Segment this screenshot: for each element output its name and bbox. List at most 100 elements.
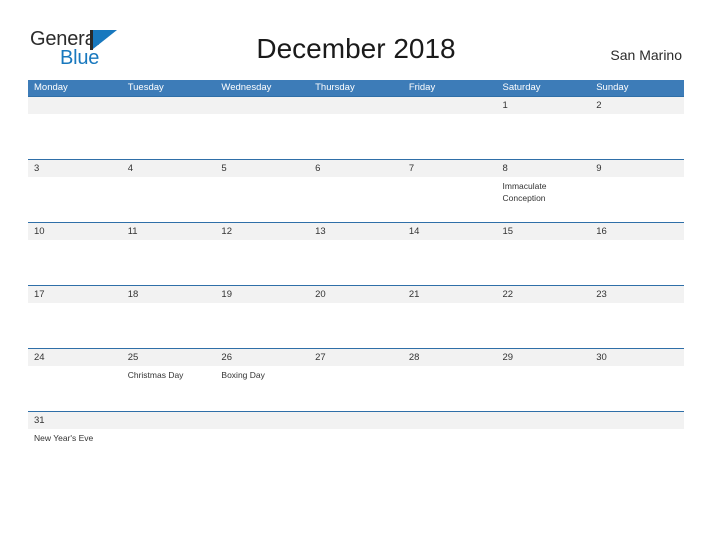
day-cell-event[interactable] bbox=[215, 303, 309, 348]
day-cell-number[interactable]: 29 bbox=[497, 349, 591, 366]
day-cell-number[interactable]: 20 bbox=[309, 286, 403, 303]
day-cell-event[interactable]: New Year's Eve bbox=[28, 429, 122, 455]
weekday-header-monday: Monday bbox=[34, 82, 68, 93]
day-cell-event[interactable] bbox=[122, 114, 216, 159]
day-cell-number[interactable]: 21 bbox=[403, 286, 497, 303]
day-cell-event[interactable] bbox=[28, 303, 122, 348]
day-cell-number[interactable] bbox=[403, 412, 497, 429]
weekday-header-tuesday: Tuesday bbox=[127, 82, 164, 93]
page-header: General Blue December 2018 San Marino bbox=[0, 0, 712, 80]
day-cell-number[interactable] bbox=[215, 412, 309, 429]
day-cell-number[interactable] bbox=[309, 412, 403, 429]
day-cell-event[interactable] bbox=[122, 429, 216, 455]
day-cell-number[interactable]: 15 bbox=[497, 223, 591, 240]
day-cell-event[interactable] bbox=[309, 240, 403, 285]
day-cell-event[interactable] bbox=[403, 303, 497, 348]
day-cell-number[interactable] bbox=[122, 97, 216, 114]
day-cell-event[interactable] bbox=[590, 303, 684, 348]
day-cell-event[interactable] bbox=[403, 366, 497, 411]
day-cell-event[interactable] bbox=[122, 240, 216, 285]
day-cell-event[interactable] bbox=[590, 429, 684, 455]
day-cell-event[interactable] bbox=[309, 366, 403, 411]
day-cell-event[interactable] bbox=[403, 429, 497, 455]
day-cell-number[interactable]: 11 bbox=[122, 223, 216, 240]
day-cell-event[interactable] bbox=[497, 366, 591, 411]
day-cell-event[interactable] bbox=[215, 429, 309, 455]
day-cell-event[interactable] bbox=[590, 114, 684, 159]
day-cell-number[interactable]: 18 bbox=[122, 286, 216, 303]
week-daynumber-band: 24 25 26 27 28 29 30 bbox=[28, 349, 684, 366]
day-cell-number[interactable]: 2 bbox=[590, 97, 684, 114]
day-cell-number[interactable] bbox=[122, 412, 216, 429]
day-cell-event[interactable] bbox=[28, 366, 122, 411]
day-cell-number[interactable]: 4 bbox=[122, 160, 216, 177]
week-row: 10 11 12 13 14 15 16 bbox=[28, 222, 684, 285]
day-cell-event[interactable] bbox=[497, 303, 591, 348]
day-cell-event[interactable] bbox=[497, 114, 591, 159]
day-cell-number[interactable]: 8 bbox=[497, 160, 591, 177]
day-cell-event[interactable] bbox=[309, 177, 403, 222]
day-cell-event[interactable] bbox=[309, 429, 403, 455]
day-cell-number[interactable] bbox=[497, 412, 591, 429]
day-cell-number[interactable]: 22 bbox=[497, 286, 591, 303]
day-cell-number[interactable]: 10 bbox=[28, 223, 122, 240]
day-cell-number[interactable]: 28 bbox=[403, 349, 497, 366]
day-cell-number[interactable]: 31 bbox=[28, 412, 122, 429]
day-cell-event[interactable] bbox=[215, 177, 309, 222]
day-cell-event[interactable] bbox=[403, 114, 497, 159]
day-cell-number[interactable] bbox=[403, 97, 497, 114]
day-cell-number[interactable]: 1 bbox=[497, 97, 591, 114]
day-cell-number[interactable]: 12 bbox=[215, 223, 309, 240]
week-row: 1 2 bbox=[28, 96, 684, 159]
location-label: San Marino bbox=[610, 47, 682, 63]
day-cell-number[interactable]: 17 bbox=[28, 286, 122, 303]
day-cell-number[interactable]: 25 bbox=[122, 349, 216, 366]
day-cell-number[interactable]: 13 bbox=[309, 223, 403, 240]
day-cell-event[interactable] bbox=[122, 303, 216, 348]
day-cell-event[interactable]: Boxing Day bbox=[215, 366, 309, 411]
day-cell-event[interactable] bbox=[590, 366, 684, 411]
day-cell-event[interactable] bbox=[309, 303, 403, 348]
day-cell-number[interactable] bbox=[309, 97, 403, 114]
day-cell-event[interactable] bbox=[403, 240, 497, 285]
week-daynumber-band: 10 11 12 13 14 15 16 bbox=[28, 223, 684, 240]
day-cell-number[interactable] bbox=[28, 97, 122, 114]
day-cell-event[interactable] bbox=[590, 240, 684, 285]
day-cell-number[interactable]: 24 bbox=[28, 349, 122, 366]
day-cell-number[interactable]: 3 bbox=[28, 160, 122, 177]
day-cell-event[interactable] bbox=[28, 177, 122, 222]
day-cell-number[interactable]: 6 bbox=[309, 160, 403, 177]
day-cell-number[interactable] bbox=[215, 97, 309, 114]
day-cell-event[interactable] bbox=[215, 114, 309, 159]
day-cell-event[interactable] bbox=[590, 177, 684, 222]
day-cell-number[interactable]: 16 bbox=[590, 223, 684, 240]
day-cell-number[interactable]: 23 bbox=[590, 286, 684, 303]
week-daynumber-band: 3 4 5 6 7 8 9 bbox=[28, 160, 684, 177]
day-cell-event[interactable] bbox=[403, 177, 497, 222]
day-cell-number[interactable]: 5 bbox=[215, 160, 309, 177]
day-cell-event[interactable] bbox=[309, 114, 403, 159]
day-cell-event[interactable] bbox=[497, 240, 591, 285]
day-cell-event[interactable] bbox=[28, 240, 122, 285]
day-cell-number[interactable]: 19 bbox=[215, 286, 309, 303]
week-row: 3 4 5 6 7 8 9 Immaculate Conception bbox=[28, 159, 684, 222]
day-cell-number[interactable]: 14 bbox=[403, 223, 497, 240]
day-cell-number[interactable]: 26 bbox=[215, 349, 309, 366]
day-cell-event[interactable]: Christmas Day bbox=[122, 366, 216, 411]
day-cell-event[interactable] bbox=[28, 114, 122, 159]
day-cell-number[interactable]: 30 bbox=[590, 349, 684, 366]
day-cell-number[interactable]: 27 bbox=[309, 349, 403, 366]
day-cell-event[interactable] bbox=[122, 177, 216, 222]
day-cell-number[interactable]: 9 bbox=[590, 160, 684, 177]
week-event-band bbox=[28, 303, 684, 348]
day-cell-event[interactable] bbox=[215, 240, 309, 285]
day-cell-number[interactable] bbox=[590, 412, 684, 429]
weekday-header-wednesday: Wednesday bbox=[221, 82, 272, 93]
page-title: December 2018 bbox=[256, 33, 456, 64]
day-cell-number[interactable]: 7 bbox=[403, 160, 497, 177]
day-cell-event[interactable]: Immaculate Conception bbox=[497, 177, 591, 222]
week-event-band: New Year's Eve bbox=[28, 429, 684, 455]
week-row: 17 18 19 20 21 22 23 bbox=[28, 285, 684, 348]
weekday-header-row: Monday Tuesday Wednesday Thursday Friday… bbox=[28, 80, 684, 96]
day-cell-event[interactable] bbox=[497, 429, 591, 455]
